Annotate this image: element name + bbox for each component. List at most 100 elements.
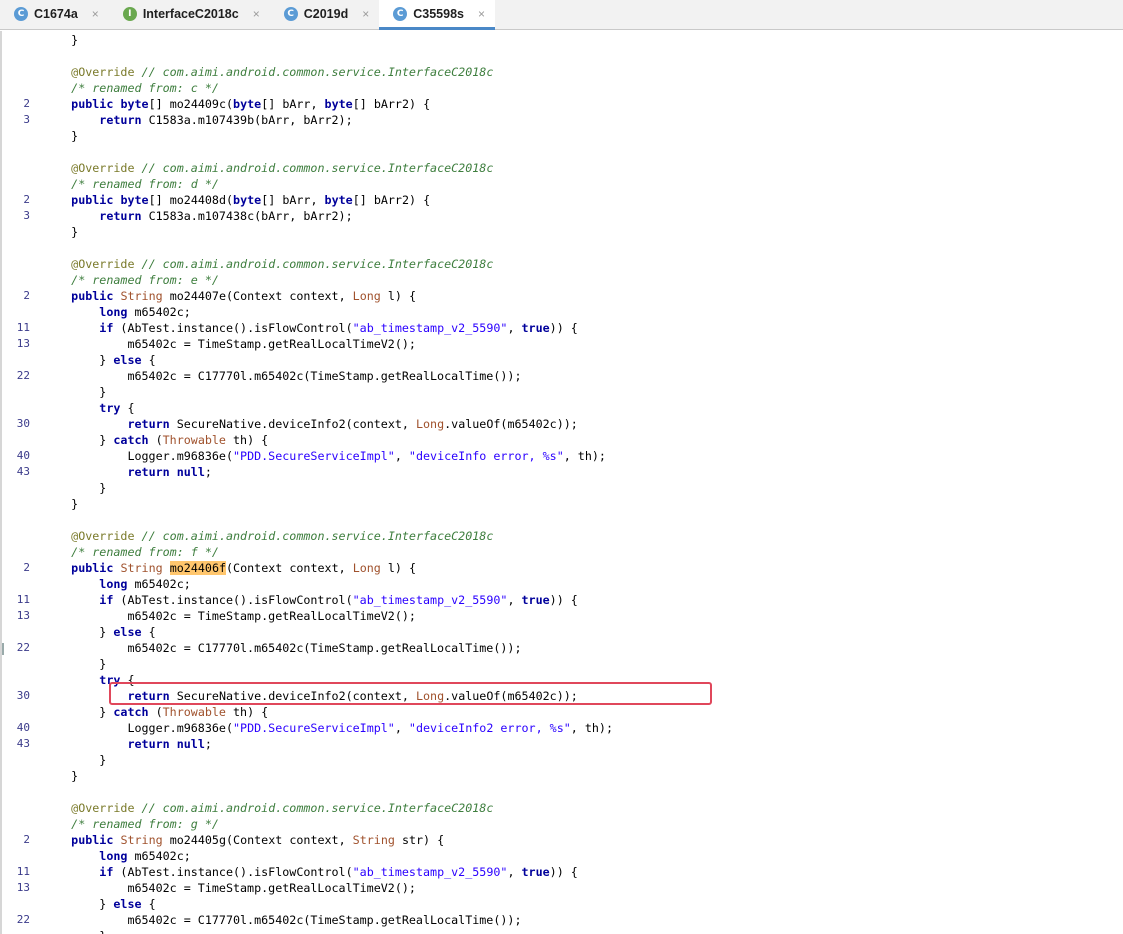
code-text: }	[43, 32, 78, 48]
tab-c35598s[interactable]: C C35598s ×	[379, 0, 495, 30]
code-token: m65402c = TimeStamp.getRealLocalTimeV2()…	[43, 881, 416, 895]
code-text: return C1583a.m107439b(bArr, bArr2);	[43, 112, 352, 128]
code-text: m65402c = TimeStamp.getRealLocalTimeV2()…	[43, 336, 416, 352]
code-text: }	[43, 224, 78, 240]
code-token: mo24405g(Context context,	[162, 833, 353, 847]
tab-c1674a[interactable]: C C1674a ×	[0, 0, 109, 29]
line-number: 13	[16, 881, 30, 894]
code-text: } else {	[43, 352, 155, 368]
code-text: @Override // com.aimi.android.common.ser…	[43, 256, 493, 272]
code-token: )) {	[549, 865, 578, 879]
code-token: "ab_timestamp_v2_5590"	[352, 593, 508, 607]
tab-interfacec2018c[interactable]: I InterfaceC2018c ×	[109, 0, 270, 29]
code-token: [] mo24408d(	[148, 193, 234, 207]
code-text: } catch (Throwable th) {	[43, 704, 268, 720]
code-text: /* renamed from: e */	[43, 272, 219, 288]
code-token: Logger.m96836e(	[43, 721, 233, 735]
code-token: .valueOf(m65402c));	[444, 417, 578, 431]
code-line: 43 return null;	[2, 464, 1123, 480]
code-line: /* renamed from: g */	[2, 816, 1123, 832]
code-token: true	[521, 593, 550, 607]
code-token: public	[71, 289, 114, 303]
close-icon[interactable]: ×	[253, 7, 260, 21]
code-token: , th);	[563, 449, 606, 463]
code-text: public byte[] mo24408d(byte[] bArr, byte…	[43, 192, 430, 208]
code-token: // com.aimi.android.common.service.Inter…	[134, 529, 494, 543]
code-token: long	[99, 577, 128, 591]
code-line: @Override // com.aimi.android.common.ser…	[2, 64, 1123, 80]
code-line: try {	[2, 400, 1123, 416]
tab-label: C1674a	[34, 7, 78, 21]
code-text: } else {	[43, 896, 155, 912]
code-text: @Override // com.aimi.android.common.ser…	[43, 64, 493, 80]
code-token: return	[127, 465, 170, 479]
code-token: return	[127, 689, 170, 703]
code-token: byte	[324, 193, 353, 207]
code-token: byte	[324, 97, 353, 111]
code-text: long m65402c;	[43, 576, 191, 592]
close-icon[interactable]: ×	[92, 7, 99, 21]
code-token: Long	[415, 417, 445, 431]
code-token: @Override	[71, 257, 135, 271]
code-token: return	[99, 113, 142, 127]
line-number: 30	[16, 689, 30, 702]
code-token: SecureNative.deviceInfo2(context,	[169, 417, 416, 431]
code-token: m65402c = C17770l.m65402c(TimeStamp.getR…	[43, 369, 522, 383]
search-match-token: mo24406f	[169, 561, 227, 575]
tab-c2019d[interactable]: C C2019d ×	[270, 0, 380, 29]
code-line: 2 public String mo24407e(Context context…	[2, 288, 1123, 304]
code-token: ,	[394, 721, 409, 735]
code-line: }	[2, 656, 1123, 672]
line-number: 43	[16, 737, 30, 750]
code-token: return	[99, 209, 142, 223]
code-line: }	[2, 384, 1123, 400]
code-token: // com.aimi.android.common.service.Inter…	[134, 161, 494, 175]
code-line: } catch (Throwable th) {	[2, 704, 1123, 720]
line-number: 3	[23, 113, 30, 126]
code-text: public String mo24406f(Context context, …	[43, 560, 416, 576]
class-icon: C	[14, 7, 28, 21]
code-text: }	[43, 496, 78, 512]
code-token: (AbTest.instance().isFlowControl(	[113, 321, 353, 335]
code-editor[interactable]: } @Override // com.aimi.android.common.s…	[0, 31, 1123, 934]
code-token: [] bArr,	[261, 193, 325, 207]
code-token: String	[120, 833, 163, 847]
code-text: return null;	[43, 736, 211, 752]
code-token: }	[43, 225, 79, 239]
code-token: l) {	[380, 289, 417, 303]
code-token: (	[148, 433, 163, 447]
code-line: 13 m65402c = TimeStamp.getRealLocalTimeV…	[2, 880, 1123, 896]
code-token: return	[127, 417, 170, 431]
code-token: m65402c;	[127, 849, 191, 863]
code-line: @Override // com.aimi.android.common.ser…	[2, 160, 1123, 176]
code-token: "deviceInfo error, %s"	[408, 449, 564, 463]
code-token: try	[99, 673, 121, 687]
code-token: else	[113, 625, 142, 639]
code-token: ,	[507, 593, 522, 607]
code-token: else	[113, 353, 142, 367]
code-token: , th);	[570, 721, 613, 735]
code-line: }	[2, 928, 1123, 934]
close-icon[interactable]: ×	[362, 7, 369, 21]
code-token: {	[120, 401, 135, 415]
code-token: /* renamed from: c */	[71, 81, 219, 95]
close-icon[interactable]: ×	[478, 7, 485, 21]
code-text: @Override // com.aimi.android.common.ser…	[43, 528, 493, 544]
code-line: 13 m65402c = TimeStamp.getRealLocalTimeV…	[2, 336, 1123, 352]
code-token: true	[521, 865, 550, 879]
code-token: {	[120, 673, 135, 687]
code-token: catch	[113, 705, 149, 719]
code-token: String	[120, 561, 163, 575]
code-line: 2 public byte[] mo24409c(byte[] bArr, by…	[2, 96, 1123, 112]
code-text: try {	[43, 400, 135, 416]
line-number: 2	[23, 193, 30, 206]
